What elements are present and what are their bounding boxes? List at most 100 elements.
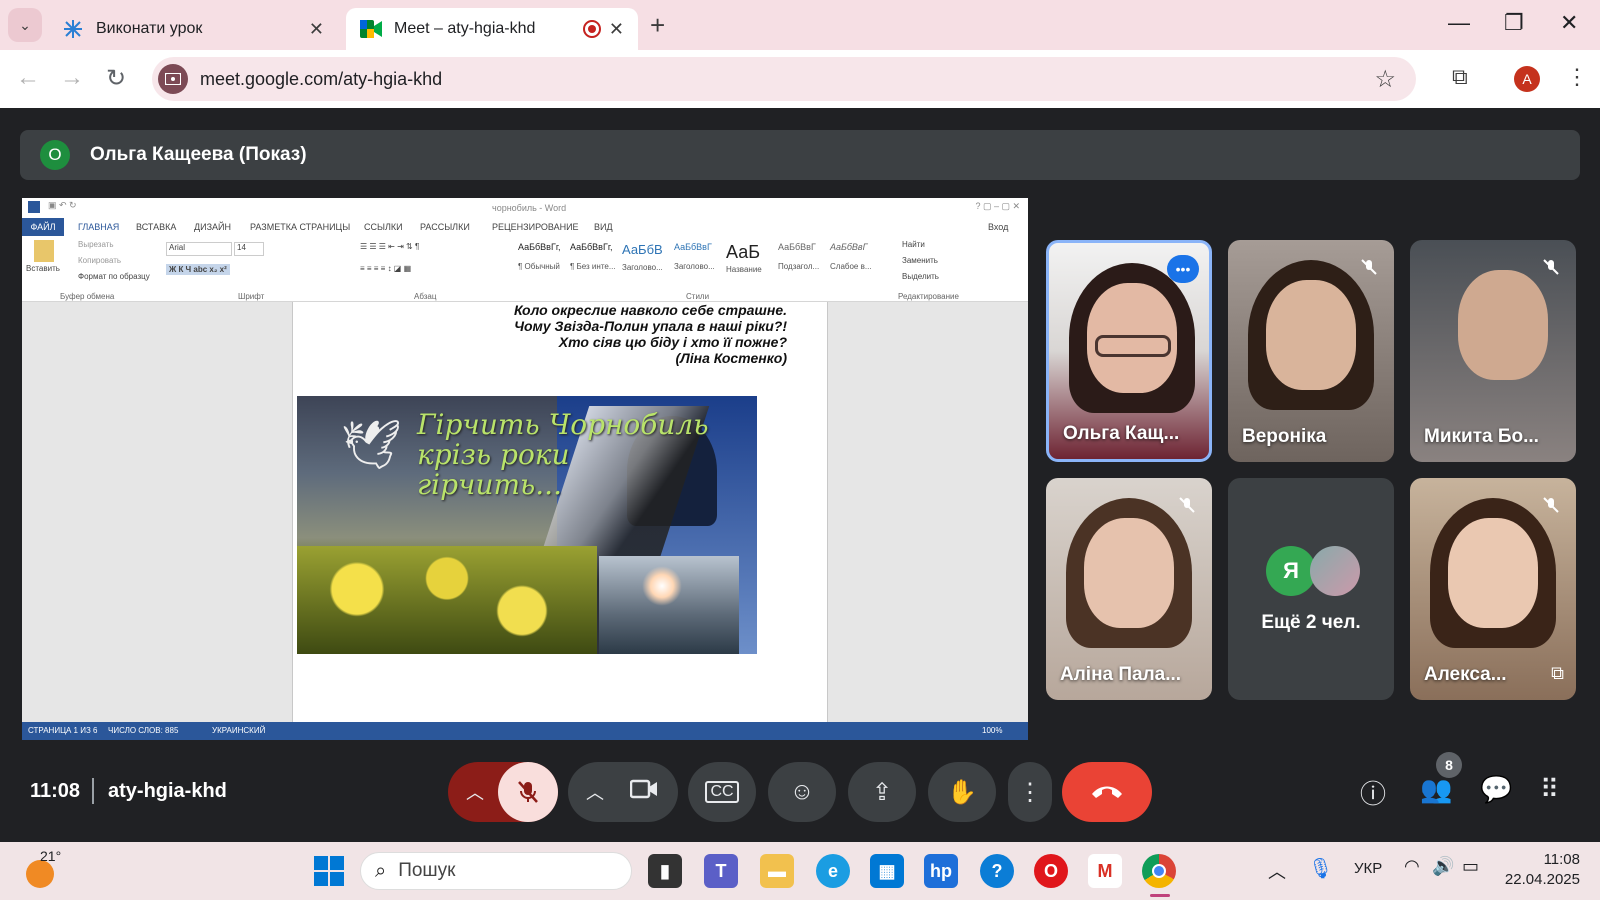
- meeting-info-icon[interactable]: ⓘ: [1360, 774, 1386, 811]
- opera-icon[interactable]: O: [1034, 854, 1068, 888]
- tab-meet[interactable]: Meet – aty-hgia-khd ✕: [346, 8, 638, 50]
- ribbon-tab-view: ВИД: [594, 222, 613, 232]
- style-subtle: АаБбВвГ Слабое в...: [830, 242, 872, 271]
- poem-line: Коло окреслие навколо себе страшне.: [513, 302, 787, 318]
- participant-avatar-photo: [1310, 546, 1360, 596]
- taskbar-search[interactable]: ⌕ Пошук: [360, 852, 632, 890]
- find-label: Найти: [902, 240, 925, 249]
- tab-strip: ⌄ Виконати урок ✕ Meet – aty-hgia-khd ✕ …: [0, 0, 1600, 50]
- close-tab-icon[interactable]: ✕: [309, 19, 324, 40]
- copy-label: Копировать: [78, 256, 122, 265]
- style-subtitle: АаБбВвГ Подзагол...: [778, 242, 820, 271]
- language: УКРАИНСКИЙ: [212, 726, 266, 735]
- save-icon: ▣ ↶ ↻: [48, 200, 77, 210]
- pip-icon[interactable]: ⧉: [1551, 663, 1564, 684]
- participant-tile[interactable]: Алекса... ⧉: [1410, 478, 1576, 700]
- back-icon[interactable]: ←: [16, 64, 40, 92]
- video-options-button[interactable]: ︿: [568, 762, 678, 822]
- poem-line: Чому Звізда-Полин упала в наші ріки?!: [514, 318, 787, 334]
- ribbon-tab-layout: РАЗМЕТКА СТРАНИЦЫ: [250, 222, 351, 232]
- participant-tile[interactable]: Вероніка: [1228, 240, 1394, 462]
- font-group-label: Шрифт: [238, 292, 265, 301]
- meeting-clock: 11:08: [30, 780, 81, 802]
- participant-name: Ольга Кащ...: [1063, 423, 1180, 444]
- temperature: 21°: [40, 848, 62, 864]
- minimize-icon[interactable]: —: [1448, 10, 1470, 36]
- bookmark-star-icon[interactable]: ☆: [1374, 65, 1396, 94]
- tab-lesson[interactable]: Виконати урок ✕: [48, 8, 338, 50]
- wifi-icon[interactable]: ◠: [1404, 856, 1420, 877]
- close-window-icon[interactable]: ✕: [1560, 10, 1578, 36]
- reactions-button[interactable]: ☺: [768, 762, 836, 822]
- chat-icon[interactable]: 💬: [1480, 774, 1512, 805]
- close-tab-icon[interactable]: ✕: [609, 19, 624, 40]
- participant-tile[interactable]: ••• Ольга Кащ...: [1046, 240, 1212, 462]
- myhp-icon[interactable]: hp: [924, 854, 958, 888]
- mic-off-icon: [1538, 492, 1564, 518]
- style-no-spacing: АаБбВвГг, ¶ Без инте...: [570, 242, 616, 271]
- profile-avatar[interactable]: A: [1514, 66, 1540, 92]
- captions-button[interactable]: CC: [688, 762, 756, 822]
- editing-group-label: Редактирование: [898, 292, 959, 301]
- participant-tile[interactable]: Микита Бо...: [1410, 240, 1576, 462]
- audio-options-button[interactable]: ︿: [448, 762, 558, 822]
- search-icon: ⌕: [375, 859, 387, 882]
- extensions-icon[interactable]: ⧉: [1452, 64, 1468, 90]
- chrome-icon[interactable]: [1142, 854, 1176, 888]
- present-screen-button[interactable]: ⇪: [848, 762, 916, 822]
- speaking-indicator-icon: •••: [1167, 255, 1199, 283]
- battery-icon[interactable]: ▭: [1462, 856, 1479, 877]
- teams-icon[interactable]: T: [704, 854, 738, 888]
- participant-tile[interactable]: Аліна Пала...: [1046, 478, 1212, 700]
- chevron-up-icon[interactable]: ︿: [466, 779, 484, 805]
- activities-grid-icon[interactable]: ⠿: [1540, 774, 1559, 805]
- new-tab-button[interactable]: +: [650, 10, 665, 41]
- menu-kebab-icon[interactable]: ⋮: [1566, 64, 1588, 90]
- leave-call-button[interactable]: [1062, 762, 1152, 822]
- task-view-icon[interactable]: ▮: [648, 854, 682, 888]
- windows-taskbar: 21° ⌕ Пошук ▮ T ▬ e ▦ hp ? O M ︿ 🎙 УКР ◠…: [0, 842, 1600, 900]
- gmail-icon[interactable]: M: [1088, 854, 1122, 888]
- volume-icon[interactable]: 🔊: [1432, 856, 1454, 877]
- tray-chevron-up-icon[interactable]: ︿: [1268, 858, 1286, 884]
- search-placeholder: Пошук: [398, 860, 456, 881]
- raise-hand-button[interactable]: ✋: [928, 762, 996, 822]
- forward-icon[interactable]: →: [60, 64, 84, 92]
- microphone-toggle[interactable]: [498, 762, 558, 822]
- store-icon[interactable]: ▦: [870, 854, 904, 888]
- system-clock[interactable]: 11:08 22.04.2025: [1505, 850, 1580, 890]
- weather-sun-icon: [26, 860, 54, 888]
- camera-icon[interactable]: [629, 778, 658, 806]
- styles-group-label: Стили: [686, 292, 710, 301]
- restore-icon[interactable]: ❐: [1504, 10, 1524, 36]
- input-language[interactable]: УКР: [1354, 860, 1382, 877]
- ribbon-tab-review: РЕЦЕНЗИРОВАНИЕ: [492, 222, 579, 232]
- chernobyl-poster-image: 🕊 Гірчить Чорнобиль крізь роки гірчить..…: [297, 396, 757, 654]
- mic-off-icon: [1538, 254, 1564, 280]
- hand-icon: ✋: [947, 778, 977, 806]
- word-title-bar: ▣ ↶ ↻ чорнобиль - Word ? ▢ – ▢ ✕: [22, 198, 1028, 218]
- chevron-up-icon[interactable]: ︿: [586, 779, 604, 805]
- format-painter-label: Формат по образцу: [78, 272, 150, 281]
- browser-toolbar: ← → ↻ meet.google.com/aty-hgia-khd ☆ ⧉ A…: [0, 50, 1600, 108]
- style-title: АаБ Название: [726, 242, 762, 274]
- reload-icon[interactable]: ↻: [106, 64, 126, 93]
- site-info-icon[interactable]: [158, 64, 188, 94]
- microphone-tray-icon[interactable]: 🎙: [1308, 856, 1333, 881]
- address-bar[interactable]: meet.google.com/aty-hgia-khd ☆: [152, 57, 1416, 101]
- windows-start-icon[interactable]: [312, 854, 346, 888]
- word-count: ЧИСЛО СЛОВ: 885: [108, 726, 179, 735]
- people-icon[interactable]: 👥: [1420, 774, 1452, 805]
- document-page: Коло окреслие навколо себе страшне. Чому…: [292, 302, 828, 722]
- more-options-button[interactable]: ⋮: [1008, 762, 1052, 822]
- tab-search-button[interactable]: ⌄: [8, 8, 42, 42]
- help-icon[interactable]: ?: [980, 854, 1014, 888]
- paste-icon: [34, 240, 54, 262]
- more-participants-tile[interactable]: Я Ещё 2 чел.: [1228, 478, 1394, 700]
- font-size-box: 14: [234, 242, 264, 256]
- file-explorer-icon[interactable]: ▬: [760, 854, 794, 888]
- cut-label: Вырезать: [78, 240, 114, 249]
- zoom-level: 100%: [982, 726, 1003, 735]
- emoji-icon: ☺: [789, 778, 815, 805]
- edge-icon[interactable]: e: [816, 854, 850, 888]
